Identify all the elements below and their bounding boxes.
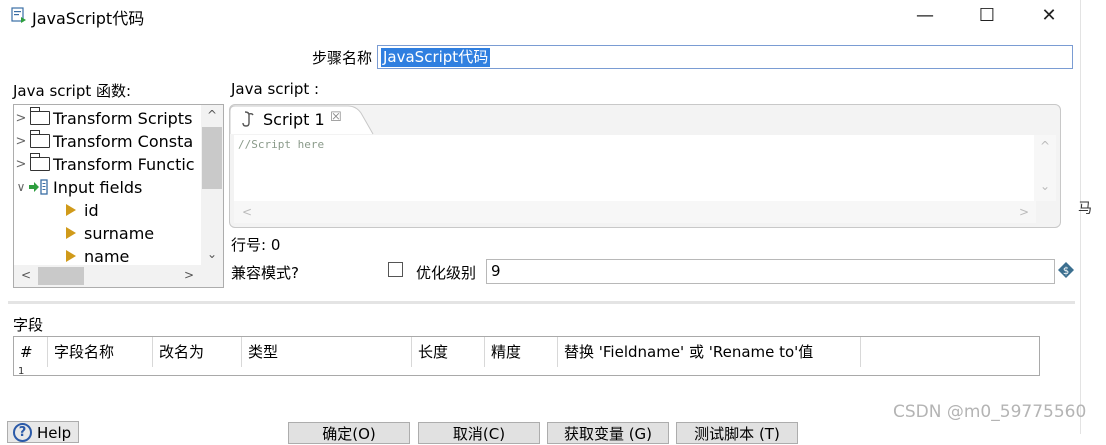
field-marker-icon xyxy=(66,250,76,262)
chevron-right-icon[interactable]: > xyxy=(14,134,28,149)
chevron-right-icon[interactable]: > xyxy=(14,157,28,172)
fields-section-label: 字段 xyxy=(13,316,44,334)
step-name-value: JavaScript代码 xyxy=(381,48,491,67)
ok-button[interactable]: 确定(O) xyxy=(288,422,410,444)
tab-script-1[interactable]: Script 1 ☒ xyxy=(230,105,374,135)
column-header-length[interactable]: 长度 xyxy=(412,337,485,367)
scroll-right-icon[interactable]: > xyxy=(1019,205,1029,219)
chevron-right-icon[interactable]: > xyxy=(14,111,28,126)
field-label: id xyxy=(84,200,99,220)
tree-item-label: Transform Scripts xyxy=(53,108,193,128)
scroll-left-icon[interactable]: < xyxy=(242,205,252,219)
tree-vertical-thumb[interactable] xyxy=(202,127,222,189)
tree-item-transform-functions[interactable]: > Transform Functic xyxy=(14,153,195,175)
folder-icon xyxy=(29,130,50,148)
script-icon xyxy=(242,111,254,127)
tree-item-transform-constants[interactable]: > Transform Consta xyxy=(14,130,193,152)
functions-label: Java script 函数: xyxy=(13,82,132,100)
script-editor: Script 1 ☒ //Script here ^ ⌄ < > xyxy=(229,104,1061,228)
compat-mode-label: 兼容模式? xyxy=(231,264,299,282)
tree-field-name[interactable]: name xyxy=(66,245,129,267)
column-header-fieldname[interactable]: 字段名称 xyxy=(48,337,153,367)
svg-text:$: $ xyxy=(1063,266,1069,277)
field-marker-icon xyxy=(66,227,76,239)
tree-item-label: Transform Functic xyxy=(53,154,195,174)
table-row-index[interactable]: 1 xyxy=(18,367,24,375)
scroll-down-icon[interactable]: ⌄ xyxy=(207,247,217,261)
input-fields-icon xyxy=(29,179,48,195)
line-number-label: 行号: 0 xyxy=(231,236,281,254)
variable-icon[interactable]: $ xyxy=(1058,262,1074,278)
folder-icon xyxy=(29,153,50,171)
tree-item-label: Transform Consta xyxy=(53,131,194,151)
folder-icon xyxy=(29,107,50,125)
tree-vertical-scrollbar[interactable]: ^ ⌄ xyxy=(201,105,223,267)
column-header-rename[interactable]: 改名为 xyxy=(153,337,242,367)
window-title: JavaScript代码 xyxy=(32,9,145,28)
field-marker-icon xyxy=(66,204,76,216)
get-variables-button[interactable]: 获取变量 (G) xyxy=(547,422,669,444)
minimize-button[interactable]: — xyxy=(903,0,947,30)
tree-horizontal-thumb[interactable] xyxy=(38,267,84,285)
tree-item-input-fields[interactable]: ∨ Input fields xyxy=(14,176,143,198)
help-icon: ? xyxy=(13,423,32,442)
chevron-down-icon[interactable]: ∨ xyxy=(14,180,28,194)
code-vertical-scrollbar[interactable]: ^ ⌄ xyxy=(1034,135,1056,201)
title-bar: JavaScript代码 — ☐ ✕ xyxy=(0,0,1106,30)
tree-field-id[interactable]: id xyxy=(66,199,99,221)
functions-tree[interactable]: > Transform Scripts > Transform Consta >… xyxy=(13,104,224,288)
close-button[interactable]: ✕ xyxy=(1027,0,1071,30)
maximize-button[interactable]: ☐ xyxy=(965,0,1009,30)
column-header-precision[interactable]: 精度 xyxy=(485,337,558,367)
tab-label: Script 1 xyxy=(263,110,325,129)
fields-table[interactable]: # 字段名称 改名为 类型 长度 精度 替换 'Fieldname' 或 'Re… xyxy=(13,336,1040,376)
scroll-down-icon[interactable]: ⌄ xyxy=(1040,179,1050,193)
scroll-up-icon[interactable]: ^ xyxy=(207,108,217,122)
step-name-label: 步骤名称 xyxy=(312,49,373,67)
step-name-input[interactable]: JavaScript代码 xyxy=(377,45,1073,69)
scroll-up-icon[interactable]: ^ xyxy=(1040,139,1050,153)
javascript-step-icon xyxy=(11,7,26,23)
column-header-type[interactable]: 类型 xyxy=(242,337,412,367)
script-code-area[interactable]: //Script here xyxy=(234,135,1036,201)
compat-mode-checkbox[interactable] xyxy=(388,262,403,277)
column-header-replace[interactable]: 替换 'Fieldname' 或 'Rename to'值 xyxy=(558,337,861,367)
code-horizontal-scrollbar[interactable]: < > xyxy=(234,201,1036,223)
scroll-right-icon[interactable]: > xyxy=(184,268,194,282)
watermark-text: CSDN @m0_59775560 xyxy=(893,402,1087,422)
test-script-button[interactable]: 测试脚本 (T) xyxy=(676,422,798,444)
optimization-level-input[interactable]: 9 xyxy=(486,259,1055,284)
script-label: Java script : xyxy=(231,80,320,98)
scroll-left-icon[interactable]: < xyxy=(21,268,31,282)
background-window-glyph: 马 xyxy=(1078,201,1092,217)
tree-horizontal-scrollbar[interactable]: < > xyxy=(14,265,223,287)
tree-field-surname[interactable]: surname xyxy=(66,222,154,244)
tree-item-label: Input fields xyxy=(53,177,143,197)
field-label: surname xyxy=(84,223,155,243)
field-label: name xyxy=(84,246,130,266)
column-header-index[interactable]: # xyxy=(14,337,48,367)
help-button[interactable]: ? Help xyxy=(7,421,79,443)
section-separator xyxy=(8,301,1075,304)
tree-item-transform-scripts[interactable]: > Transform Scripts xyxy=(14,107,192,129)
script-code-text: //Script here xyxy=(238,138,325,151)
help-button-label: Help xyxy=(37,424,72,442)
tab-close-icon[interactable]: ☒ xyxy=(330,110,342,125)
optimization-level-label: 优化级别 xyxy=(416,264,477,282)
cancel-button[interactable]: 取消(C) xyxy=(418,422,540,444)
